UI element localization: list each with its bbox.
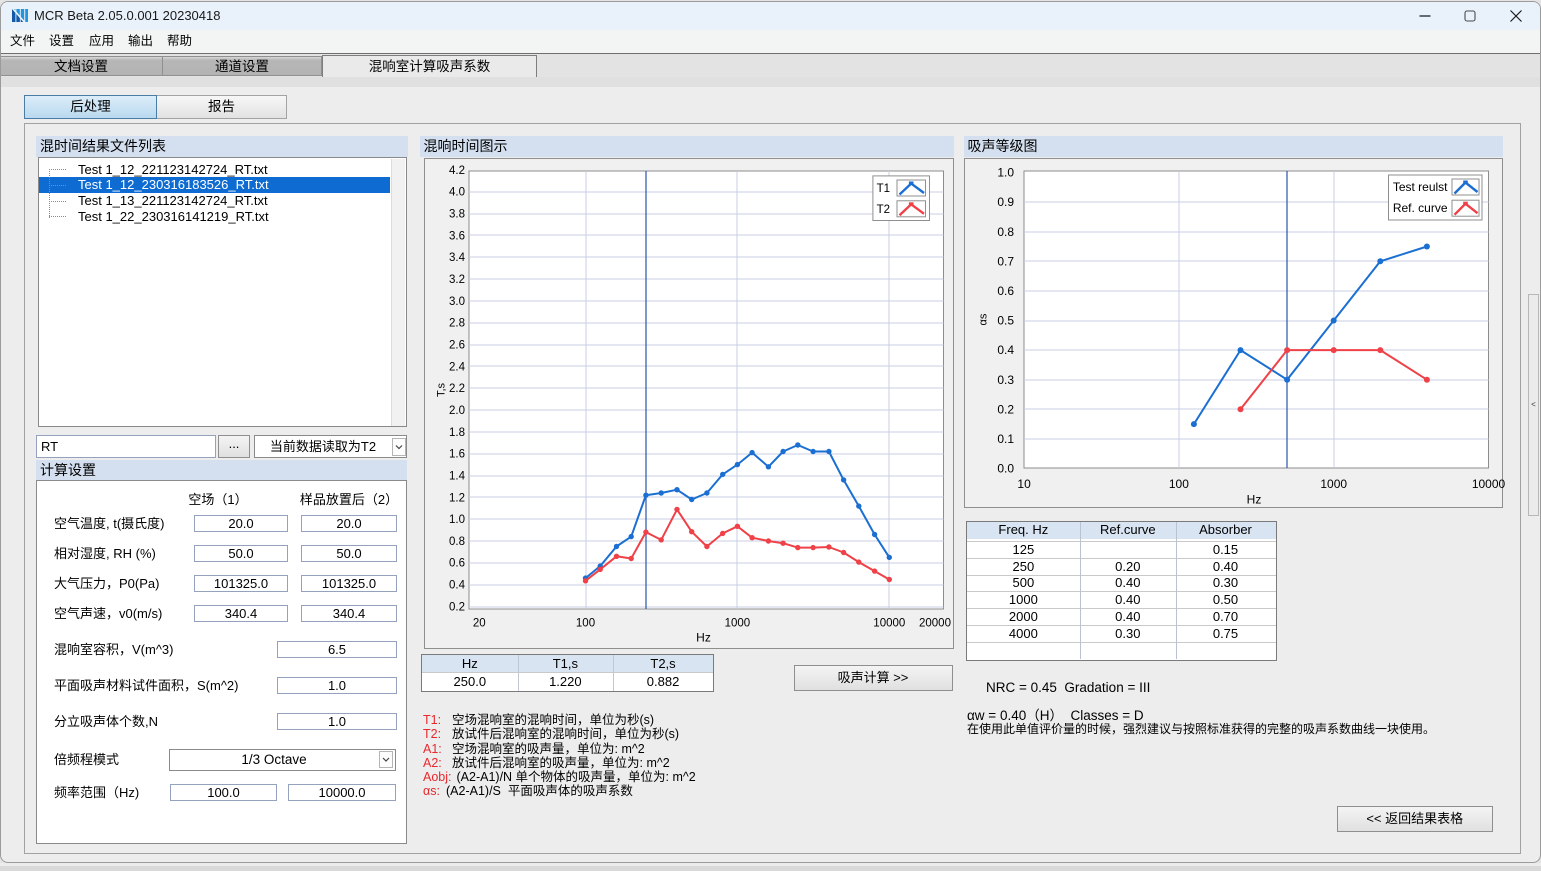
svg-text:0.8: 0.8 (449, 535, 465, 547)
svg-text:2.6: 2.6 (449, 339, 465, 351)
svg-text:3.4: 3.4 (449, 252, 466, 264)
svg-text:0.8: 0.8 (997, 224, 1014, 238)
svg-text:10000: 10000 (873, 617, 905, 629)
svg-text:10000: 10000 (1471, 477, 1505, 491)
svg-text:1.6: 1.6 (449, 448, 465, 460)
svg-text:Test reulst: Test reulst (1392, 180, 1447, 194)
svg-text:20: 20 (472, 617, 485, 629)
svg-text:1.8: 1.8 (449, 426, 465, 438)
svg-text:αs: αs (977, 313, 989, 325)
svg-text:2.0: 2.0 (449, 404, 465, 416)
svg-text:0.2: 0.2 (997, 402, 1014, 416)
svg-text:0.7: 0.7 (997, 254, 1014, 268)
svg-text:3.8: 3.8 (449, 208, 465, 220)
svg-text:2.2: 2.2 (449, 383, 465, 395)
svg-text:0.3: 0.3 (997, 372, 1014, 386)
svg-text:1000: 1000 (724, 617, 750, 629)
svg-text:4.0: 4.0 (449, 186, 465, 198)
svg-text:Ref. curve: Ref. curve (1392, 201, 1447, 215)
svg-text:3.2: 3.2 (449, 273, 465, 285)
svg-text:20000: 20000 (919, 617, 951, 629)
svg-text:0.1: 0.1 (997, 432, 1014, 446)
svg-text:0.6: 0.6 (449, 557, 465, 569)
svg-text:1.0: 1.0 (997, 165, 1014, 179)
svg-text:T,s: T,s (435, 382, 447, 397)
svg-text:100: 100 (575, 617, 594, 629)
svg-text:0.0: 0.0 (997, 461, 1014, 475)
svg-text:Hz: Hz (696, 630, 711, 644)
svg-text:3.6: 3.6 (449, 230, 465, 242)
svg-text:0.2: 0.2 (449, 601, 465, 613)
svg-text:T2: T2 (876, 203, 889, 215)
svg-text:1000: 1000 (1320, 477, 1347, 491)
svg-text:1.4: 1.4 (449, 470, 466, 482)
svg-text:10: 10 (1017, 477, 1031, 491)
svg-text:1.2: 1.2 (449, 492, 465, 504)
svg-text:Hz: Hz (1246, 492, 1261, 506)
svg-text:100: 100 (1168, 477, 1188, 491)
svg-text:3.0: 3.0 (449, 295, 465, 307)
svg-text:0.9: 0.9 (997, 195, 1014, 209)
svg-text:0.6: 0.6 (997, 284, 1014, 298)
svg-text:2.8: 2.8 (449, 317, 465, 329)
svg-text:4.2: 4.2 (449, 164, 465, 176)
svg-text:1.0: 1.0 (449, 514, 465, 526)
svg-text:T1: T1 (876, 183, 889, 195)
svg-text:2.4: 2.4 (449, 361, 466, 373)
svg-text:0.4: 0.4 (449, 579, 466, 591)
svg-text:0.4: 0.4 (997, 343, 1014, 357)
svg-text:0.5: 0.5 (997, 313, 1014, 327)
